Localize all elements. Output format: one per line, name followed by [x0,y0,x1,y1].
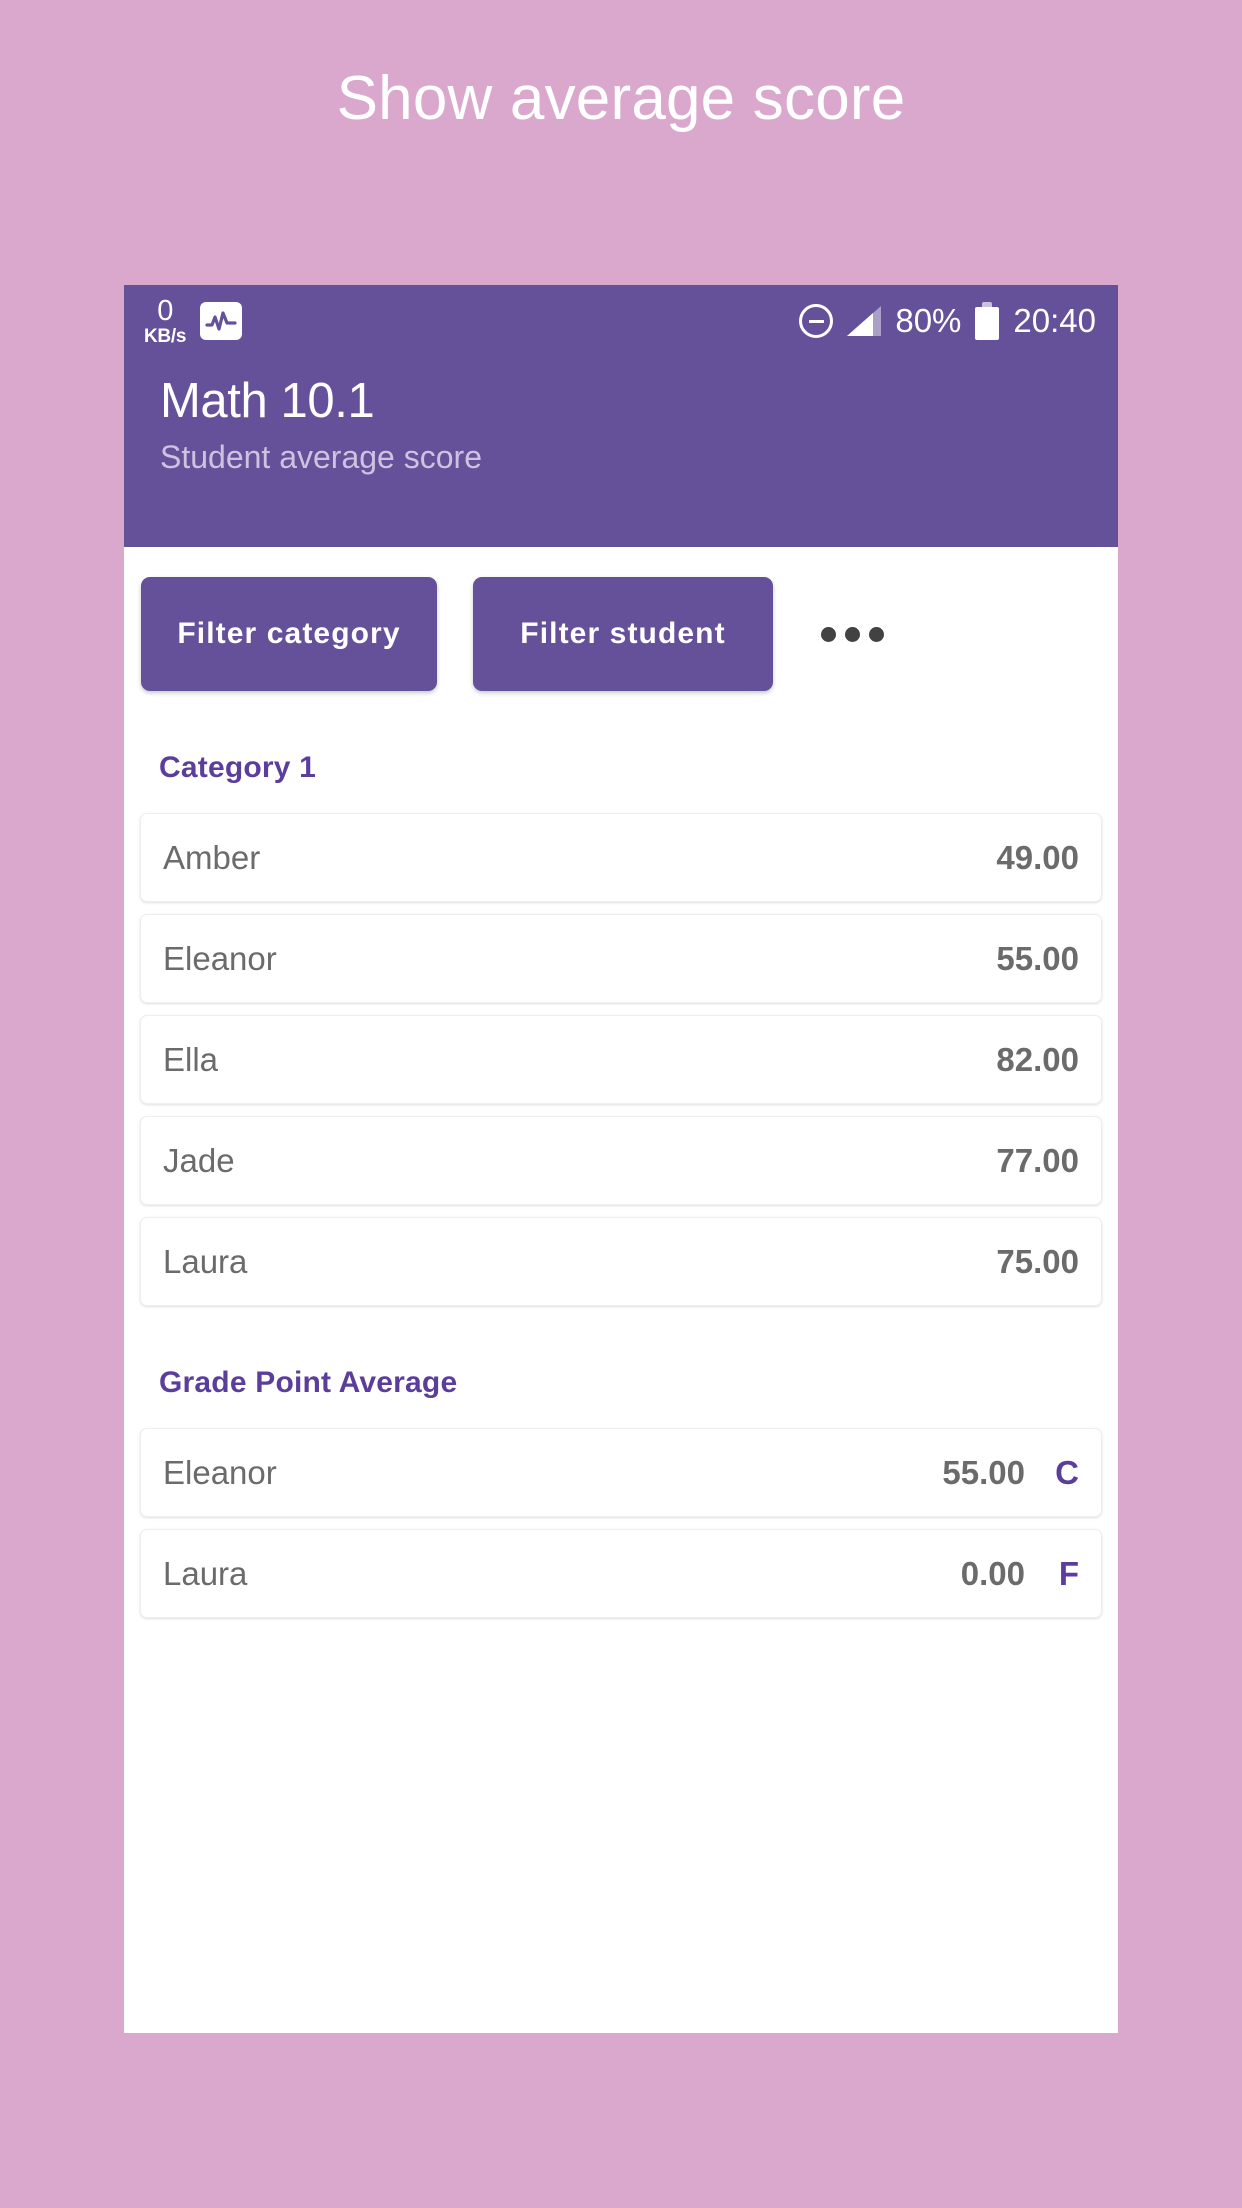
section-title: Category 1 [159,751,317,784]
page-root: Show average score 0 KB/s 80% 20:40 Math… [0,0,1242,2208]
student-grade-badge: F [1058,1554,1079,1592]
student-name: Laura [163,1554,248,1592]
app-bar-subtitle: Student average score [160,439,482,476]
student-score: 55.00 [942,1453,1025,1491]
network-speed-unit: KB/s [144,325,187,347]
row-values: 77.00 [996,1142,1079,1180]
list-item[interactable]: Amber 49.00 [140,813,1102,902]
list-item[interactable]: Laura 0.00 F [140,1529,1102,1618]
app-bar-titles: Math 10.1 Student average score [124,357,1118,476]
student-score: 0.00 [960,1554,1025,1592]
filter-toolbar: Filter category Filter student [124,547,1118,691]
clock-label: 20:40 [1013,302,1096,339]
list-item[interactable]: Eleanor 55.00 [140,914,1102,1003]
overflow-menu-icon[interactable] [807,577,897,691]
app-bar: 0 KB/s 80% 20:40 Math 10.1 Student avera… [124,285,1118,547]
student-name: Ella [163,1040,219,1078]
row-values: 55.00 [996,940,1079,978]
battery-icon [975,302,1000,340]
activity-pulse-icon [200,302,243,340]
filter-category-button[interactable]: Filter category [141,577,437,691]
network-speed-indicator: 0 KB/s [144,294,187,347]
student-score: 49.00 [996,838,1079,876]
row-values: 55.00 C [942,1454,1079,1492]
student-name: Jade [163,1141,235,1179]
status-bar: 0 KB/s 80% 20:40 [124,285,1118,357]
filter-student-button[interactable]: Filter student [473,577,773,691]
phone-screen: 0 KB/s 80% 20:40 Math 10.1 Student avera… [124,285,1118,2033]
section-title: Grade Point Average [159,1366,458,1399]
page-title: Show average score [336,64,906,133]
list-item[interactable]: Jade 77.00 [140,1116,1102,1205]
row-values: 75.00 [996,1243,1079,1281]
student-score: 75.00 [996,1242,1079,1280]
score-list: Category 1 Amber 49.00 Eleanor 55.00 Ella 82.0… [124,751,1118,1618]
student-name: Amber [163,838,261,876]
status-bar-right: 80% 20:40 [799,302,1096,340]
status-bar-left: 0 KB/s [144,294,243,347]
student-score: 55.00 [996,939,1079,977]
battery-percent-label: 80% [895,302,962,339]
row-values: 82.00 [996,1041,1079,1079]
list-item[interactable]: Ella 82.00 [140,1015,1102,1104]
app-bar-title: Math 10.1 [160,374,375,428]
list-item[interactable]: Eleanor 55.00 C [140,1428,1102,1517]
row-values: 49.00 [996,839,1079,877]
student-grade-badge: C [1055,1453,1079,1491]
student-name: Eleanor [163,939,277,977]
signal-bars-icon [847,306,882,336]
student-name: Laura [163,1242,248,1280]
student-score: 77.00 [996,1141,1079,1179]
row-values: 0.00 F [961,1555,1079,1593]
network-speed-value: 0 [157,294,173,327]
student-score: 82.00 [996,1040,1079,1078]
student-name: Eleanor [163,1453,277,1491]
list-item[interactable]: Laura 75.00 [140,1217,1102,1306]
do-not-disturb-icon [799,304,834,338]
